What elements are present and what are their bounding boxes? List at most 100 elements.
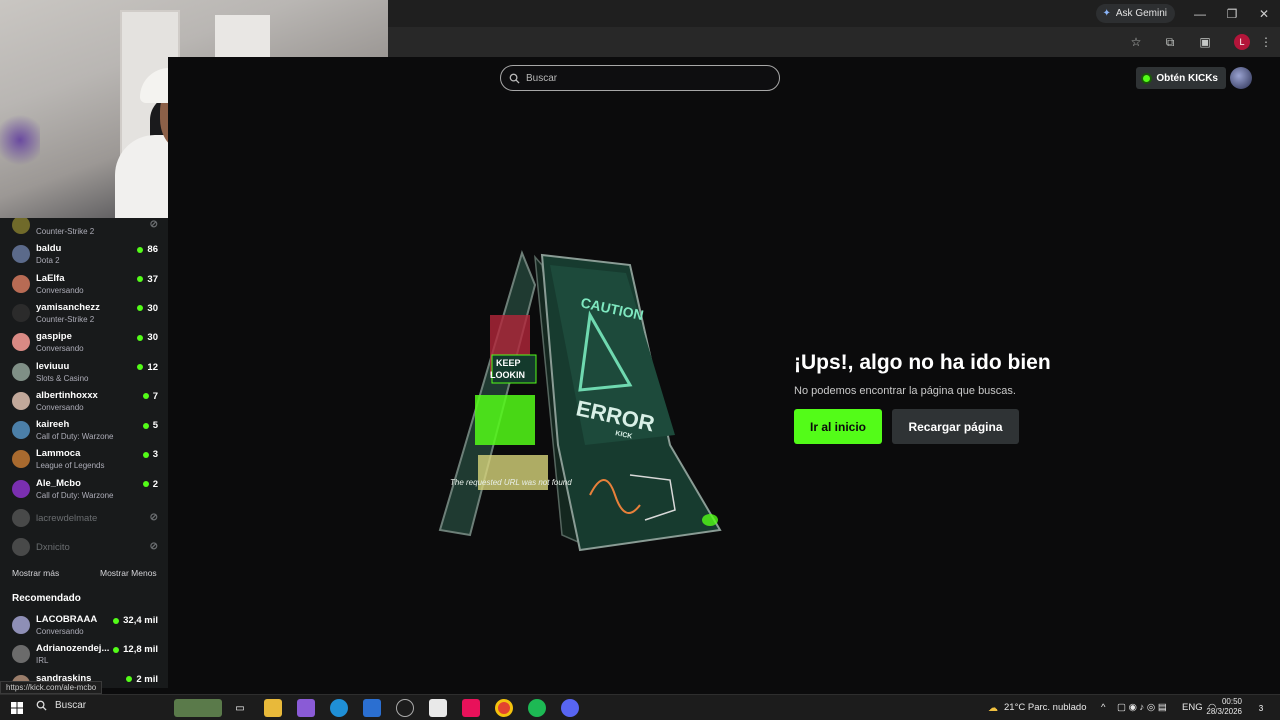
channel-name: Ale_Mcbo bbox=[36, 477, 81, 489]
profile-avatar[interactable]: L bbox=[1234, 34, 1250, 50]
sidebar-channel[interactable]: gaspipe Conversando 30 bbox=[10, 329, 160, 357]
channel-category: Call of Duty: Warzone bbox=[36, 432, 114, 442]
viewer-count: 12,8 mil bbox=[113, 644, 158, 655]
browser-toolbar: ☆ ⧉ ▣ L ⋮ bbox=[388, 27, 1280, 57]
viewer-count: 30 bbox=[137, 332, 158, 343]
ask-gemini-button[interactable]: ✦ Ask Gemini bbox=[1096, 4, 1175, 23]
user-avatar[interactable] bbox=[1230, 67, 1252, 89]
bookmark-star-icon[interactable]: ☆ bbox=[1128, 34, 1144, 50]
live-dot-icon bbox=[137, 276, 144, 283]
language-indicator[interactable]: ENG bbox=[1182, 702, 1203, 713]
search-placeholder: Buscar bbox=[526, 72, 558, 84]
sidebar-channel[interactable]: yamisanchezz Counter-Strike 2 30 bbox=[10, 300, 160, 328]
windows-taskbar: Buscar ▭ ☁ 21°C Parc. nublado ^ ▢ ◉ ♪ ◎ … bbox=[0, 694, 1280, 720]
channel-name: leviuuu bbox=[36, 360, 70, 372]
channel-name: gaspipe bbox=[36, 331, 72, 343]
sidebar-channel[interactable]: lacrewdelmate ⊘ bbox=[10, 505, 160, 533]
file-explorer-icon[interactable] bbox=[264, 699, 282, 717]
notifications-icon[interactable]: 3 bbox=[1252, 699, 1270, 717]
viewer-count-text: 12,8 mil bbox=[123, 644, 158, 656]
show-more-link[interactable]: Mostrar más bbox=[12, 568, 59, 578]
tray-chevron-icon[interactable]: ^ bbox=[1101, 702, 1105, 713]
live-dot-icon bbox=[137, 364, 144, 370]
edge-icon[interactable] bbox=[330, 699, 348, 717]
viewer-count: 3 bbox=[142, 449, 158, 460]
screen: ✦ Ask Gemini — ❐ ✕ ☆ ⧉ ▣ L ⋮ Counter-Str… bbox=[0, 0, 1280, 720]
minimize-button[interactable]: — bbox=[1184, 0, 1216, 27]
sidebar-channel[interactable]: Lammoca League of Legends 3 bbox=[10, 446, 160, 474]
extensions-icon[interactable]: ⧉ bbox=[1162, 34, 1178, 50]
channel-avatar bbox=[12, 362, 30, 381]
tiktok-icon[interactable] bbox=[462, 699, 480, 717]
channel-name: lacrewdelmate bbox=[36, 513, 98, 524]
discord-icon[interactable] bbox=[561, 699, 579, 717]
sidebar-channel[interactable]: baldu Dota 2 86 bbox=[10, 241, 160, 269]
close-button[interactable]: ✕ bbox=[1248, 0, 1280, 27]
channel-name: Lammoca bbox=[36, 448, 81, 460]
channel-avatar bbox=[12, 274, 30, 293]
taskbar-search[interactable]: Buscar bbox=[36, 700, 86, 711]
weather-text[interactable]: 21°C Parc. nublado bbox=[1004, 702, 1087, 713]
sidebar-channel[interactable]: kaireeh Call of Duty: Warzone 5 bbox=[10, 417, 160, 445]
channel-avatar bbox=[12, 509, 30, 527]
restore-button[interactable]: ❐ bbox=[1216, 0, 1248, 27]
chrome-icon[interactable] bbox=[495, 699, 513, 717]
sidebar-channel[interactable]: leviuuu Slots & Casino 12 bbox=[10, 359, 160, 387]
viewer-count: 2 mil bbox=[126, 674, 158, 685]
viewer-count-text: 32,4 mil bbox=[123, 615, 158, 626]
channel-name: yamisanchezz bbox=[36, 301, 100, 313]
viewer-count-text: 86 bbox=[147, 244, 158, 256]
sidebar-channel[interactable]: Ale_Mcbo Call of Duty: Warzone 2 bbox=[10, 476, 160, 504]
spotify-icon[interactable] bbox=[528, 699, 546, 717]
main-content: Buscar Obtén KICKs CAUTION ERROR KICK KE… bbox=[168, 57, 1280, 688]
channel-category: Counter-Strike 2 bbox=[36, 314, 95, 324]
clock-time: 00:50 bbox=[1221, 697, 1242, 706]
search-input[interactable]: Buscar bbox=[500, 65, 780, 91]
show-less-link[interactable]: Mostrar Menos bbox=[100, 568, 157, 578]
error-subtitle: No podemos encontrar la página que busca… bbox=[794, 385, 1016, 397]
go-home-button[interactable]: Ir al inicio bbox=[794, 409, 882, 444]
offline-icon: ⊘ bbox=[149, 512, 158, 523]
channel-avatar bbox=[12, 450, 30, 469]
outlook-icon[interactable] bbox=[363, 699, 381, 717]
recommended-channel[interactable]: Adrianozendej... IRL 12,8 mil bbox=[10, 641, 160, 669]
live-dot-icon bbox=[142, 481, 149, 488]
channel-name: kaireeh bbox=[36, 419, 70, 431]
live-dot-icon bbox=[126, 676, 133, 683]
task-view-icon[interactable]: ▭ bbox=[231, 699, 249, 717]
start-icon[interactable] bbox=[8, 699, 26, 717]
tray-app-icons[interactable]: ▢ ◉ ♪ ◎ ▤ bbox=[1117, 702, 1167, 713]
viewer-count: 37 bbox=[137, 274, 158, 285]
channel-avatar bbox=[12, 303, 30, 322]
channel-avatar bbox=[12, 218, 30, 234]
channel-avatar bbox=[12, 333, 30, 352]
get-kicks-button[interactable]: Obtén KICKs bbox=[1136, 67, 1226, 89]
channel-name: baldu bbox=[36, 243, 62, 255]
channel-category: IRL bbox=[36, 656, 49, 666]
recommended-channel[interactable]: LACOBRAAA Conversando 32,4 mil bbox=[10, 612, 160, 640]
media-control-icon[interactable]: ▣ bbox=[1197, 34, 1213, 50]
viewer-count: 30 bbox=[137, 303, 158, 314]
notifications-count: 3 bbox=[1258, 703, 1264, 713]
taskbar-search-icon bbox=[36, 700, 47, 711]
error-title: ¡Ups!, algo no ha ido bien bbox=[794, 351, 1051, 374]
search-highlight-icon[interactable] bbox=[174, 699, 222, 717]
sidebar-channel[interactable]: Counter-Strike 2 ⊘ bbox=[10, 218, 160, 240]
channel-category: Conversando bbox=[36, 402, 84, 412]
store-icon[interactable] bbox=[429, 699, 447, 717]
sidebar-channel[interactable]: albertinhoxxx Conversando 7 bbox=[10, 388, 160, 416]
menu-icon[interactable]: ⋮ bbox=[1258, 34, 1274, 50]
settings-icon[interactable] bbox=[396, 699, 414, 717]
viewer-count-text: 2 bbox=[152, 478, 158, 490]
channel-name: Dxnicito bbox=[36, 542, 70, 554]
sidebar-channel[interactable]: Dxnicito ⊘ bbox=[10, 534, 160, 562]
channel-category: Conversando bbox=[36, 627, 84, 636]
weather-icon[interactable]: ☁ bbox=[984, 699, 1002, 717]
live-dot-icon bbox=[137, 334, 144, 341]
reload-page-button[interactable]: Recargar página bbox=[892, 409, 1019, 444]
clock[interactable]: 00:50 28/3/2026 bbox=[1206, 697, 1242, 717]
sidebar-channel[interactable]: LaElfa Conversando 37 bbox=[10, 271, 160, 299]
copilot-icon[interactable] bbox=[297, 699, 315, 717]
viewer-count-text: 2 mil bbox=[136, 673, 158, 685]
sign-note-text: The requested URL was not found bbox=[450, 478, 572, 487]
